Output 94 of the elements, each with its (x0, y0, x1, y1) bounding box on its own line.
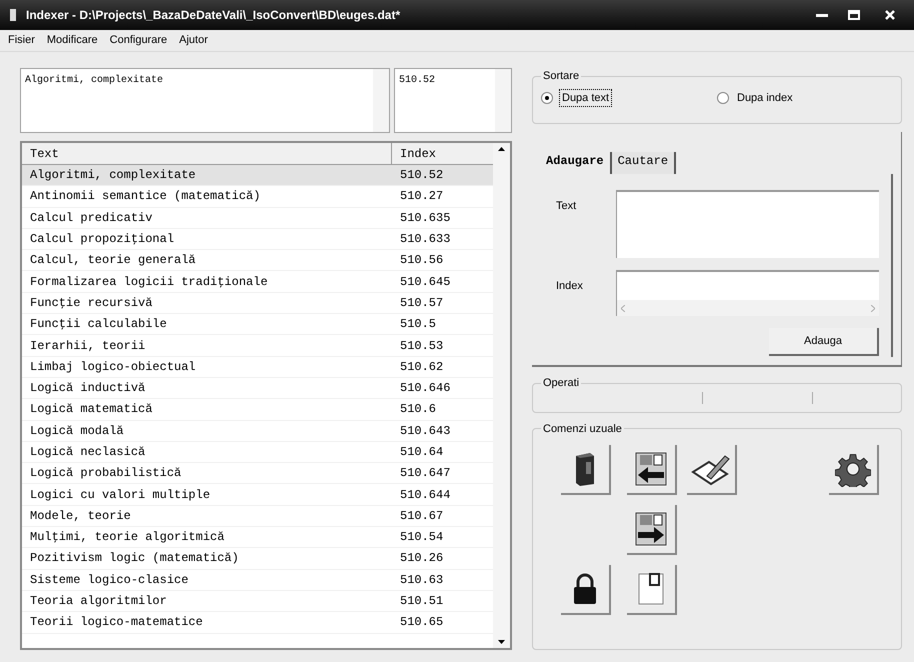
table-cell-text: Sisteme logico-clasice (29, 572, 190, 589)
table-cell-text: Logici cu valori multiple (29, 486, 212, 504)
table-row[interactable]: Antinomii semantice (matematică) 510.27 (22, 186, 493, 208)
gear-icon (835, 451, 871, 487)
table-cell-text: Funcţie recursivă (29, 294, 154, 312)
table-cell-text: Teorii logico-matematice (29, 614, 204, 632)
field-label: Index (556, 279, 584, 294)
table-cell-text: 510.63 (399, 572, 444, 589)
table-cell-text: 510.645 (399, 274, 452, 291)
table-row[interactable]: Calcul predicativ 510.635 (22, 208, 493, 229)
table-row[interactable]: Logică matematică 510.6 (22, 399, 493, 421)
field-label: Text (556, 199, 578, 214)
table-row[interactable]: Logică modală 510.643 (22, 420, 493, 442)
window-title: Indexer - D:\Projects\_BazaDeDateVali\_IsoConvert\BD\euges.dat* (26, 7, 402, 24)
blank-page-icon (636, 571, 666, 607)
table-row[interactable]: Algoritmi, complexitate 510.52 (22, 165, 493, 186)
table-row[interactable]: Limbaj logico-obiectual 510.62 (22, 356, 493, 378)
table-cell-text: 510.633 (399, 231, 452, 248)
table-cell-text: 510.67 (399, 508, 444, 525)
radio-option[interactable]: Dupa index (717, 88, 893, 107)
table-row[interactable]: Calcul, teorie generală 510.56 (22, 250, 493, 272)
menu-item[interactable]: Fisier (8, 32, 35, 49)
add-button[interactable]: Adauga (769, 328, 879, 356)
text-input[interactable] (616, 190, 879, 258)
table-cell-text: 510.6 (399, 401, 438, 418)
table-cell-text: Logică inductivă (29, 380, 146, 398)
table-row[interactable]: Calcul propoziţional 510.633 (22, 228, 493, 250)
table-cell-text: 510.52 (399, 167, 444, 184)
table-cell-text: Antinomii semantice (matematică) (29, 188, 262, 206)
table-cell-text: 510.54 (399, 529, 444, 546)
table-cell-text: 510.62 (399, 358, 444, 376)
scrollbar[interactable] (493, 143, 510, 648)
group-title: Sortare (542, 69, 580, 84)
table-cell-text: 510.65 (399, 614, 444, 632)
table-cell-text: Mulţimi, teorie algoritmică (29, 529, 226, 546)
table-cell-text: Limbaj logico-obiectual (29, 358, 197, 376)
table-cell-text: Logică modală (29, 422, 125, 440)
table-row[interactable]: Teoria algoritmilor 510.51 (22, 590, 493, 612)
table-cell-text: Modele, teorie (29, 508, 132, 525)
index-input[interactable] (616, 270, 879, 316)
table-row[interactable]: Ierarhii, teorii 510.53 (22, 335, 493, 357)
table-row[interactable]: Logică inductivă 510.646 (22, 378, 493, 400)
table-row[interactable]: Funcţie recursivă 510.57 (22, 292, 493, 314)
tab[interactable]: Cautare (612, 152, 676, 174)
table-cell-text: Formalizarea logicii tradiţionale (29, 274, 269, 291)
table-cell-text: 510.5 (399, 316, 438, 334)
table-cell-text: 510.57 (399, 294, 444, 312)
table-row[interactable]: Teorii logico-matematice 510.65 (22, 612, 493, 634)
group-title: Comenzi uzuale (542, 422, 623, 436)
table-cell-text: 510.27 (399, 188, 444, 206)
table-cell-text: 510.644 (399, 486, 452, 504)
column-header[interactable]: Index (392, 143, 493, 164)
table-cell-text: Pozitivism logic (matematică) (29, 550, 240, 568)
table-cell-text: 510.56 (399, 252, 444, 270)
up-arrow-icon (498, 147, 505, 151)
radio-option[interactable]: Dupa text (541, 88, 717, 107)
group-title: Operati (542, 376, 580, 391)
table-row[interactable]: Pozitivism logic (matematică) 510.26 (22, 548, 493, 570)
table-cell-text: 510.53 (399, 338, 444, 355)
menu-item[interactable]: Modificare (46, 32, 98, 49)
table-row[interactable]: Mulţimi, teorie algoritmică 510.54 (22, 527, 493, 548)
table-row[interactable]: Funcţii calculabile 510.5 (22, 314, 493, 336)
table-cell-text: Calcul propoziţional (29, 231, 176, 248)
table-cell-text: 510.647 (399, 465, 452, 482)
menu-item[interactable]: Configurare (110, 32, 168, 49)
table-cell-text: 510.26 (399, 550, 444, 568)
table-cell-text: 510.643 (399, 422, 452, 440)
table-cell-text: 510.51 (399, 593, 444, 610)
table-row[interactable]: Logică probabilistică 510.647 (22, 463, 493, 484)
text-field[interactable]: Algoritmi, complexitate (20, 68, 390, 133)
table-row[interactable]: Logici cu valori multiple 510.644 (22, 484, 493, 506)
table-cell-text: Ierarhii, teorii (29, 338, 146, 355)
padlock-icon (572, 573, 598, 605)
table-row[interactable]: Formalizarea logicii tradiţionale 510.645 (22, 271, 493, 293)
table-cell-text: Teoria algoritmilor (29, 593, 168, 610)
close-icon (884, 9, 896, 21)
table-cell-text: Algoritmi, complexitate (29, 167, 197, 184)
column-header[interactable]: Text (22, 143, 392, 164)
table-cell-text: 510.64 (399, 444, 444, 461)
menu-item[interactable]: Ajutor (179, 32, 208, 49)
table-cell-text: Calcul predicativ (29, 210, 154, 227)
table-cell-text: Logică neclasică (29, 444, 146, 461)
table-cell-text: Funcţii calculabile (29, 316, 168, 334)
app-icon (8, 8, 18, 22)
index-field[interactable]: 510.52 (394, 68, 512, 133)
table-cell-text: 510.646 (399, 380, 452, 398)
down-arrow-icon (498, 640, 505, 644)
table-row[interactable]: Logică neclasică 510.64 (22, 442, 493, 464)
table-cell-text: Calcul, teorie generală (29, 252, 197, 270)
table-cell-text: Logică matematică (29, 401, 154, 418)
table-cell-text: Logică probabilistică (29, 465, 182, 482)
table-cell-text: 510.635 (399, 210, 452, 227)
table-row[interactable]: Sisteme logico-clasice 510.63 (22, 570, 493, 591)
table-row[interactable]: Modele, teorie 510.67 (22, 506, 493, 528)
